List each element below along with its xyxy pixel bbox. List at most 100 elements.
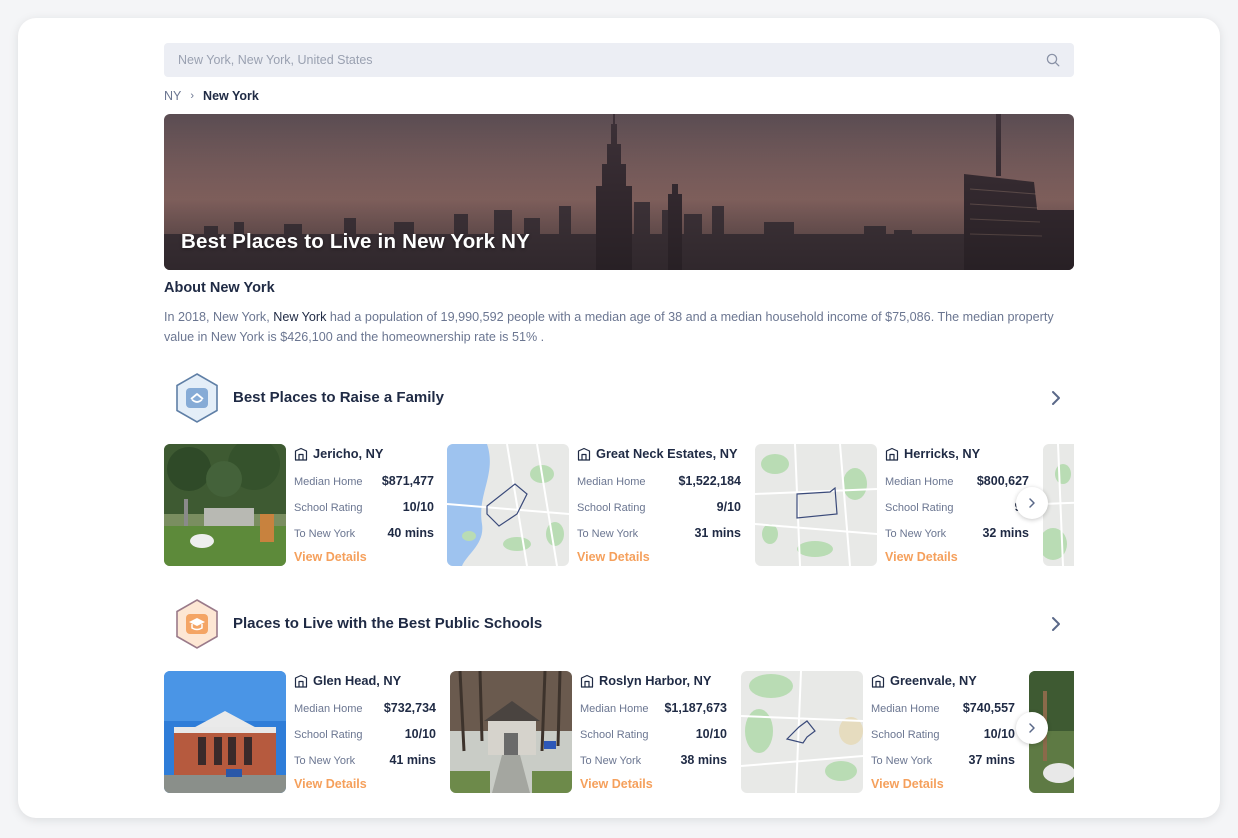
graduation-cap-icon xyxy=(176,599,218,649)
stat-value: $800,627 xyxy=(976,474,1029,488)
place-card-roslyn-harbor[interactable]: Roslyn Harbor, NY Median Home $1,187,673 … xyxy=(450,671,735,793)
section-header-family: Best Places to Raise a Family xyxy=(164,372,1074,424)
card-carousel-schools: Glen Head, NY Median Home $732,734 School… xyxy=(164,671,1074,795)
place-card-glen-head[interactable]: Glen Head, NY Median Home $732,734 School… xyxy=(164,671,439,793)
place-thumbnail-photo xyxy=(450,671,572,793)
chevron-right-icon[interactable] xyxy=(1046,614,1066,634)
carousel-next-button[interactable] xyxy=(1016,487,1048,519)
carousel-next-button[interactable] xyxy=(1016,712,1048,744)
building-icon xyxy=(294,447,308,461)
place-card-jericho[interactable]: Jericho, NY Median Home $871,477 School R… xyxy=(164,444,436,566)
stat-value: $871,477 xyxy=(381,474,434,488)
place-card-greenvale[interactable]: Greenvale, NY Median Home $740,557 School… xyxy=(741,671,1021,793)
stat-label: To New York xyxy=(294,755,356,767)
stat-label: To New York xyxy=(294,528,356,540)
stat-value: 37 mins xyxy=(968,753,1015,767)
stat-median-home: Median Home $740,557 xyxy=(871,701,1015,715)
stat-label: Median Home xyxy=(580,703,649,715)
section-header-schools: Places to Live with the Best Public Scho… xyxy=(164,598,1074,650)
stat-school-rating: School Rating 10/10 xyxy=(294,500,434,514)
building-icon xyxy=(871,674,885,688)
place-name[interactable]: Greenvale, NY xyxy=(890,673,977,688)
view-details-link[interactable]: View Details xyxy=(580,777,653,791)
stat-value: 38 mins xyxy=(680,753,727,767)
stat-commute: To New York 40 mins xyxy=(294,526,434,540)
place-title-row: Jericho, NY xyxy=(294,446,383,461)
about-text-city: New York xyxy=(273,310,327,324)
stat-commute: To New York 31 mins xyxy=(577,526,741,540)
hero-banner: Best Places to Live in New York NY xyxy=(164,114,1074,270)
card-carousel-family: Jericho, NY Median Home $871,477 School R… xyxy=(164,444,1074,568)
building-icon xyxy=(885,447,899,461)
view-details-link[interactable]: View Details xyxy=(885,550,958,564)
place-title-row: Roslyn Harbor, NY xyxy=(580,673,711,688)
section-title-schools[interactable]: Places to Live with the Best Public Scho… xyxy=(233,615,542,632)
stat-label: School Rating xyxy=(885,502,954,514)
stat-value: 10/10 xyxy=(695,727,727,741)
stat-value: 31 mins xyxy=(694,526,741,540)
view-details-link[interactable]: View Details xyxy=(871,777,944,791)
stat-label: School Rating xyxy=(294,729,363,741)
stat-label: To New York xyxy=(577,528,639,540)
section-title-family[interactable]: Best Places to Raise a Family xyxy=(233,389,444,406)
about-text-prefix: In 2018, New York, xyxy=(164,310,274,324)
search-bar[interactable] xyxy=(164,43,1074,77)
view-details-link[interactable]: View Details xyxy=(294,550,367,564)
stat-school-rating: School Rating9/ xyxy=(885,500,1025,514)
place-thumbnail-photo xyxy=(164,671,286,793)
breadcrumb-parent-link[interactable]: NY xyxy=(164,89,181,103)
stat-label: Median Home xyxy=(885,476,954,488)
hero-title: Best Places to Live in New York NY xyxy=(181,230,530,253)
stat-median-home: Median Home $800,627 xyxy=(885,474,1029,488)
place-title-row: Greenvale, NY xyxy=(871,673,977,688)
view-details-link[interactable]: View Details xyxy=(577,550,650,564)
stat-school-rating: School Rating 10/10 xyxy=(580,727,727,741)
place-name[interactable]: Glen Head, NY xyxy=(313,673,401,688)
breadcrumb-separator: › xyxy=(190,90,195,102)
stat-value: 10/10 xyxy=(983,727,1015,741)
stat-median-home: Median Home $871,477 xyxy=(294,474,434,488)
stat-value: $732,734 xyxy=(383,701,436,715)
place-thumbnail-map xyxy=(755,444,877,566)
search-icon[interactable] xyxy=(1046,53,1060,67)
search-input[interactable] xyxy=(178,53,1046,67)
stat-school-rating: School Rating 10/10 xyxy=(294,727,436,741)
place-name[interactable]: Herricks, NY xyxy=(904,446,980,461)
stat-value: 41 mins xyxy=(389,753,436,767)
stat-label: To New York xyxy=(885,528,947,540)
stat-school-rating: School Rating 10/10 xyxy=(871,727,1015,741)
building-icon xyxy=(294,674,308,688)
stat-commute: To New York 38 mins xyxy=(580,753,727,767)
breadcrumb-current: New York xyxy=(203,89,259,103)
place-thumbnail-photo xyxy=(164,444,286,566)
stat-label: School Rating xyxy=(580,729,649,741)
place-title-row: Great Neck Estates, NY xyxy=(577,446,738,461)
about-heading: About New York xyxy=(164,280,275,296)
stat-value: 9/10 xyxy=(716,500,741,514)
chevron-right-icon[interactable] xyxy=(1046,388,1066,408)
stat-value: 32 mins xyxy=(982,526,1029,540)
stat-label: To New York xyxy=(580,755,642,767)
place-name[interactable]: Great Neck Estates, NY xyxy=(596,446,738,461)
app-window: NY › New York xyxy=(18,18,1220,818)
stat-commute: To New York 32 mins xyxy=(885,526,1029,540)
home-icon xyxy=(176,373,218,423)
stat-commute: To New York 37 mins xyxy=(871,753,1015,767)
place-name[interactable]: Roslyn Harbor, NY xyxy=(599,673,711,688)
breadcrumb: NY › New York xyxy=(164,88,259,104)
stat-label: Median Home xyxy=(294,703,363,715)
place-card-great-neck-estates[interactable]: Great Neck Estates, NY Median Home $1,522… xyxy=(447,444,747,566)
place-name[interactable]: Jericho, NY xyxy=(313,446,383,461)
stat-school-rating: School Rating 9/10 xyxy=(577,500,741,514)
stat-median-home: Median Home $1,187,673 xyxy=(580,701,727,715)
stat-label: School Rating xyxy=(577,502,646,514)
view-details-link[interactable]: View Details xyxy=(294,777,367,791)
about-text: In 2018, New York, New York had a popula… xyxy=(164,308,1074,347)
place-card-herricks[interactable]: Herricks, NY Median Home $800,627 School … xyxy=(755,444,1035,566)
stat-label: Median Home xyxy=(577,476,646,488)
building-icon xyxy=(577,447,591,461)
place-title-row: Herricks, NY xyxy=(885,446,980,461)
stat-label: To New York xyxy=(871,755,933,767)
chevron-right-icon xyxy=(1029,498,1035,508)
stat-commute: To New York 41 mins xyxy=(294,753,436,767)
